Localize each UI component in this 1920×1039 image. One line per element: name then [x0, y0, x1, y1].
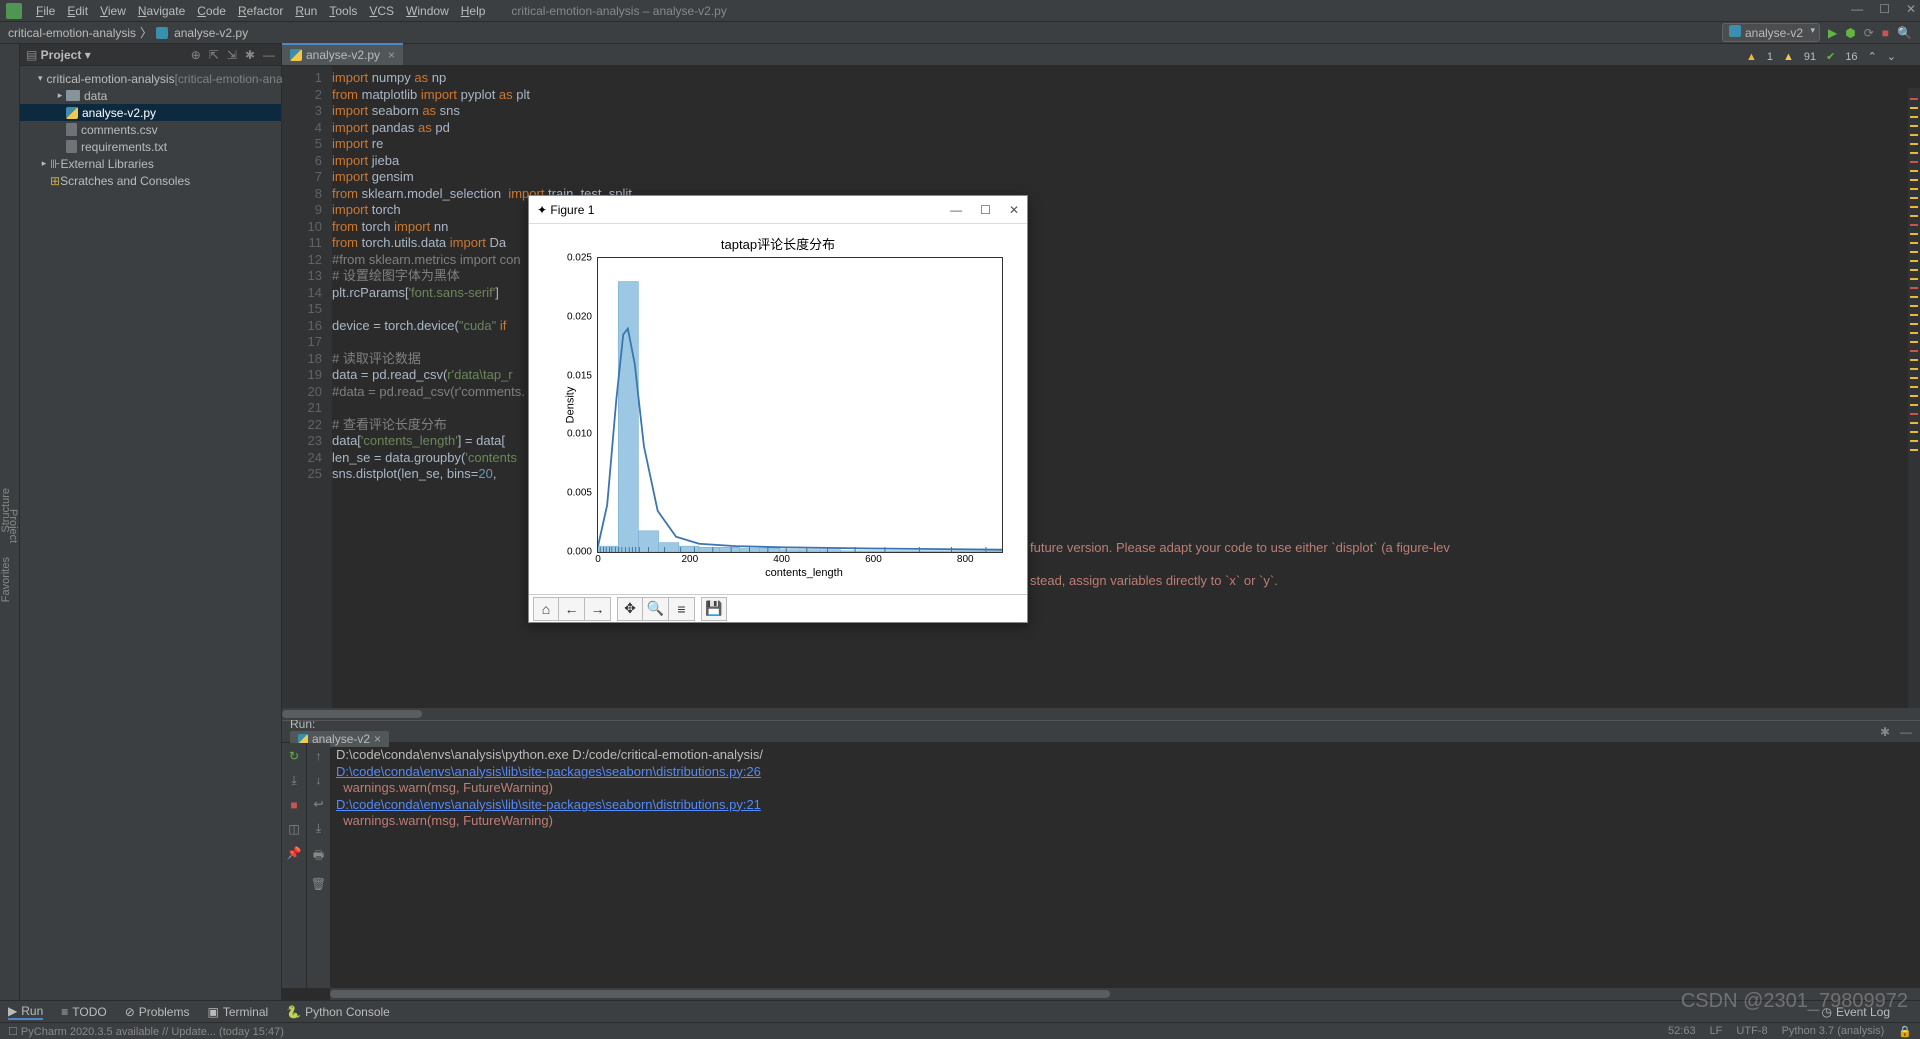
menu-navigate[interactable]: Navigate — [132, 4, 191, 18]
maximize-button[interactable]: ☐ — [1879, 2, 1890, 16]
interpreter[interactable]: Python 3.7 (analysis) — [1782, 1025, 1885, 1038]
editor-tab-active[interactable]: analyse-v2.py × — [282, 43, 403, 65]
run-with-coverage-button[interactable]: ⟳ — [1864, 26, 1874, 40]
menu-vcs[interactable]: VCS — [363, 4, 400, 18]
app-logo — [6, 3, 22, 19]
console-hscrollbar[interactable] — [330, 988, 1920, 1000]
status-bar: ☐ PyCharm 2020.3.5 available // Update..… — [0, 1022, 1920, 1039]
figure-title: Figure 1 — [550, 203, 594, 217]
locate-icon[interactable]: ⊕ — [191, 48, 201, 62]
file-encoding[interactable]: UTF-8 — [1736, 1025, 1767, 1038]
menu-tools[interactable]: Tools — [323, 4, 363, 18]
todo-tab-button[interactable]: ≡ TODO — [61, 1005, 106, 1019]
scroll-end-icon[interactable]: ⤓ — [316, 821, 321, 836]
menu-run[interactable]: Run — [289, 4, 323, 18]
menu-edit[interactable]: Edit — [61, 4, 94, 18]
chart-xlabel: contents_length — [597, 567, 1011, 579]
figure-maximize-icon[interactable]: ☐ — [980, 203, 991, 217]
menu-code[interactable]: Code — [191, 4, 232, 18]
run-hide-icon[interactable]: — — [1900, 725, 1912, 739]
caret-position[interactable]: 52:63 — [1668, 1025, 1696, 1038]
search-everywhere-button[interactable]: 🔍 — [1897, 26, 1912, 40]
layout-icon[interactable]: ◫ — [288, 822, 299, 836]
project-panel-header: ▤ Project ▾ ⊕ ⇱ ⇲ ✱ — — [20, 44, 281, 66]
warning-icon: ▲ — [1746, 51, 1757, 63]
stop-button[interactable]: ■ — [1882, 26, 1889, 40]
favorites-tool-label[interactable]: Favorites — [0, 557, 12, 602]
rerun-icon[interactable]: ↻ — [289, 749, 299, 763]
run-config-selector[interactable]: analyse-v2 — [1722, 23, 1820, 42]
run-button[interactable]: ▶ — [1828, 26, 1837, 40]
python-file-icon — [156, 27, 168, 39]
terminal-tab-button[interactable]: ▣ Terminal — [207, 1005, 268, 1019]
run-tool-window: Run: analyse-v2 × ✱ — ↻ ⤓ ■ ◫ 📌 ↑ — [282, 720, 1920, 1000]
breadcrumb-file[interactable]: analyse-v2.py — [174, 26, 248, 40]
editor-hscrollbar[interactable] — [282, 708, 1920, 720]
figure-window[interactable]: ✦ Figure 1 — ☐ ✕ taptap评论长度分布 Density 0.… — [528, 195, 1028, 623]
subplots-icon[interactable]: ≡ — [669, 597, 695, 621]
run-tab-button[interactable]: ▶ Run — [8, 1004, 43, 1020]
menu-bar: FileEditViewNavigateCodeRefactorRunTools… — [0, 0, 1920, 22]
lock-icon[interactable]: 🔒 — [1898, 1025, 1912, 1038]
clear-icon[interactable]: 🗑 — [311, 877, 326, 891]
pin-icon[interactable]: 📌 — [287, 846, 302, 860]
menu-view[interactable]: View — [94, 4, 132, 18]
navigation-bar: critical-emotion-analysis 〉 analyse-v2.p… — [0, 22, 1920, 44]
structure-tool-label[interactable]: Structure — [0, 488, 12, 533]
close-tab-icon[interactable]: × — [388, 48, 395, 62]
hide-icon[interactable]: — — [263, 48, 275, 62]
settings-icon[interactable]: ✱ — [245, 48, 255, 62]
menu-window[interactable]: Window — [400, 4, 455, 18]
home-icon[interactable]: ⌂ — [533, 597, 559, 621]
save-icon[interactable]: 💾 — [701, 597, 727, 621]
error-stripe[interactable] — [1908, 88, 1920, 708]
print-icon[interactable]: 🖶 — [313, 846, 324, 867]
weak-warning-icon: ▲ — [1783, 51, 1794, 63]
console-output[interactable]: D:\code\conda\envs\analysis\python.exe D… — [330, 743, 1920, 988]
figure-toolbar: ⌂ ← → ✥ 🔍 ≡ 💾 — [529, 594, 1027, 622]
menu-help[interactable]: Help — [455, 4, 492, 18]
menu-file[interactable]: File — [30, 4, 61, 18]
run-sub-toolbar: ↑ ↓ ↩ ⤓ 🖶 🗑 — [306, 743, 330, 988]
expand-all-icon[interactable]: ⇱ — [209, 48, 219, 62]
window-title: critical-emotion-analysis – analyse-v2.p… — [511, 4, 726, 18]
up-icon[interactable]: ↑ — [316, 749, 322, 763]
run-settings-icon[interactable]: ✱ — [1880, 725, 1890, 739]
chart-svg — [598, 258, 1002, 552]
collapse-all-icon[interactable]: ⇲ — [227, 48, 237, 62]
python-console-tab-button[interactable]: 🐍 Python Console — [286, 1005, 390, 1019]
run-left-toolbar: ↻ ⤓ ■ ◫ 📌 — [282, 743, 306, 988]
menu-refactor[interactable]: Refactor — [232, 4, 289, 18]
figure-close-icon[interactable]: ✕ — [1009, 203, 1019, 217]
down-icon[interactable]: ↓ — [316, 773, 322, 787]
project-panel: ▤ Project ▾ ⊕ ⇱ ⇲ ✱ — ▾critical-emotion-… — [20, 44, 282, 1000]
back-icon[interactable]: ← — [559, 597, 585, 621]
close-button[interactable]: ✕ — [1906, 2, 1916, 16]
zoom-icon[interactable]: 🔍 — [643, 597, 669, 621]
figure-titlebar[interactable]: ✦ Figure 1 — ☐ ✕ — [529, 196, 1027, 224]
chart-ylabel: Density — [564, 387, 576, 424]
left-sidebar-bottom: Structure Favorites — [0, 464, 20, 626]
bottom-tool-tabs: ▶ Run ≡ TODO ⊘ Problems ▣ Terminal 🐍 Pyt… — [0, 1000, 1920, 1022]
typo-icon: ✔ — [1826, 50, 1835, 63]
figure-minimize-icon[interactable]: — — [950, 203, 962, 217]
pan-icon[interactable]: ✥ — [617, 597, 643, 621]
tree-item-selected: analyse-v2.py — [20, 104, 281, 121]
project-tree[interactable]: ▾critical-emotion-analysis [critical-emo… — [20, 66, 281, 193]
chart-title: taptap评论长度分布 — [545, 234, 1011, 253]
debug-button[interactable]: ⬢ — [1845, 26, 1855, 40]
problems-tab-button[interactable]: ⊘ Problems — [125, 1005, 190, 1019]
inspection-widget[interactable]: ▲1 ▲91 ✔16 ⌃⌄ — [1746, 50, 1896, 63]
window-controls: — ☐ ✕ — [1851, 2, 1916, 16]
run-actions-icon[interactable]: ⤓ — [291, 773, 296, 788]
forward-icon[interactable]: → — [585, 597, 611, 621]
minimize-button[interactable]: — — [1851, 2, 1863, 16]
line-separator[interactable]: LF — [1710, 1025, 1723, 1038]
soft-wrap-icon[interactable]: ↩ — [313, 797, 323, 811]
stop-run-icon[interactable]: ■ — [290, 798, 297, 812]
breadcrumb-project[interactable]: critical-emotion-analysis — [8, 26, 136, 40]
status-message[interactable]: PyCharm 2020.3.5 available // Update... … — [21, 1026, 284, 1038]
event-log-button[interactable]: ◷ Event Log — [1821, 1005, 1890, 1019]
figure-canvas: taptap评论长度分布 Density 0.0000.0050.0100.01… — [529, 224, 1027, 594]
